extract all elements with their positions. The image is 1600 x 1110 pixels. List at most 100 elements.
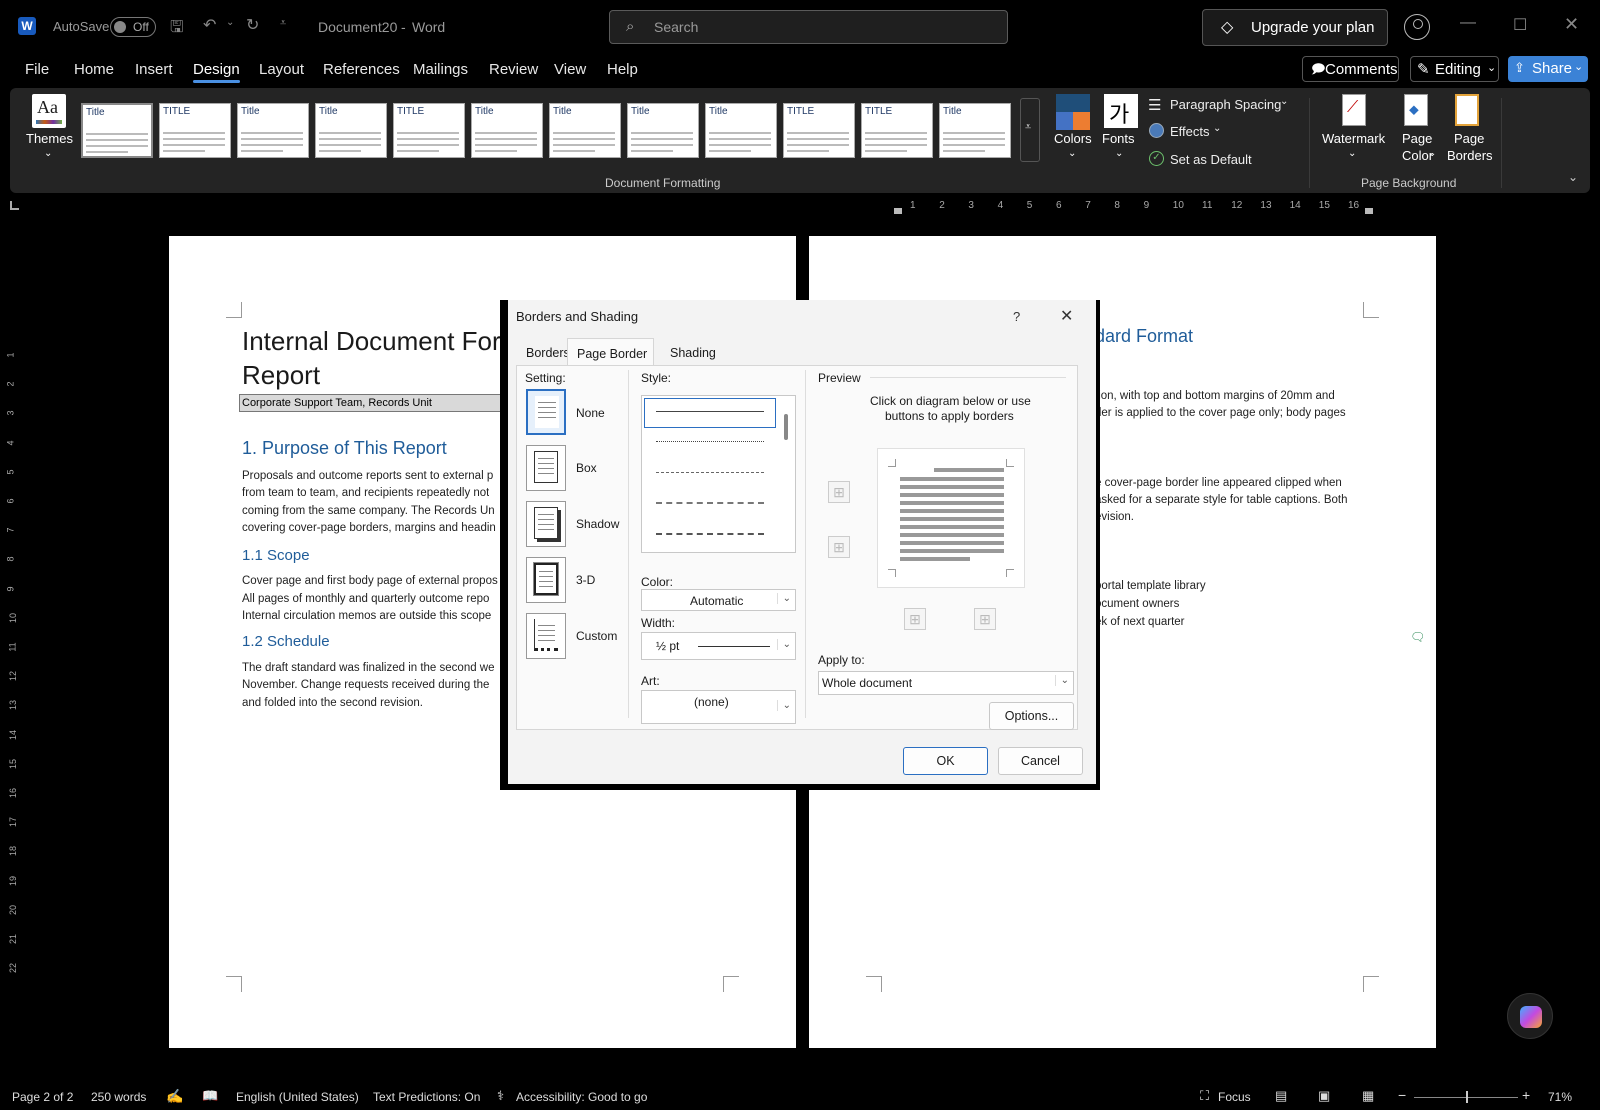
print-layout-icon[interactable]: ▣ [1318, 1088, 1330, 1104]
menu-mailings[interactable]: Mailings [413, 61, 468, 78]
style-set-item[interactable]: Title [237, 103, 309, 158]
themes-label[interactable]: Themes [26, 131, 73, 146]
gallery-more-button[interactable]: ⩡ [1020, 98, 1040, 162]
language[interactable]: English (United States) [236, 1090, 359, 1104]
page-count[interactable]: Page 2 of 2 [12, 1090, 73, 1104]
upgrade-button[interactable]: ◇ Upgrade your plan [1202, 9, 1388, 46]
account-avatar-icon[interactable] [1404, 14, 1430, 40]
save-icon[interactable]: 🖫 [170, 16, 184, 43]
customize-toolbar-icon[interactable]: ⩡ [280, 17, 286, 30]
menu-review[interactable]: Review [489, 61, 538, 78]
chevron-down-icon[interactable]: ⌄ [1280, 96, 1288, 107]
focus-icon[interactable]: ⛶ [1200, 1088, 1209, 1104]
right-border-button[interactable]: ⊞ [974, 608, 996, 630]
chevron-down-icon[interactable]: ⌄ [44, 148, 52, 159]
style-set-item[interactable]: Title [627, 103, 699, 158]
colors-label[interactable]: Colors [1054, 131, 1092, 146]
menu-view[interactable]: View [554, 61, 586, 78]
web-layout-icon[interactable]: ▦ [1362, 1088, 1374, 1104]
ok-button[interactable]: OK [903, 747, 988, 775]
redo-icon[interactable]: ↻ [246, 15, 259, 35]
menu-insert[interactable]: Insert [135, 61, 173, 78]
style-set-item[interactable]: Title [315, 103, 387, 158]
undo-dropdown-icon[interactable]: ⌄ [226, 17, 234, 28]
style-set-item[interactable]: Title [549, 103, 621, 158]
collapse-ribbon-icon[interactable]: ⌄ [1568, 170, 1578, 184]
close-icon[interactable]: ✕ [1060, 306, 1073, 326]
tab-shading[interactable]: Shading [670, 346, 716, 360]
zoom-in-icon[interactable]: + [1522, 1087, 1530, 1103]
menu-home[interactable]: Home [74, 61, 114, 78]
maximize-icon[interactable]: ☐ [1513, 15, 1527, 35]
paragraph-spacing-label[interactable]: Paragraph Spacing [1170, 97, 1281, 112]
style-set-item[interactable]: TITLE [861, 103, 933, 158]
tab-page-border[interactable]: Page Border [567, 338, 654, 366]
track-changes-icon[interactable]: ✍ [166, 1088, 183, 1105]
copilot-icon[interactable] [1507, 993, 1553, 1039]
tab-selector-icon[interactable] [10, 201, 19, 210]
style-listbox[interactable] [641, 395, 796, 553]
border-preview-diagram[interactable] [877, 448, 1025, 588]
style-set-item[interactable]: TITLE [393, 103, 465, 158]
editing-mode-button[interactable]: ✎ Editing ⌄ [1410, 56, 1499, 82]
top-border-button[interactable]: ⊞ [828, 481, 850, 503]
accessibility-status[interactable]: Accessibility: Good to go [516, 1090, 647, 1104]
setting-none-thumb[interactable] [526, 389, 566, 435]
setting-shadow-label[interactable]: Shadow [576, 517, 619, 531]
menu-design[interactable]: Design [193, 61, 240, 83]
setting-box-thumb[interactable] [526, 445, 566, 491]
effects-label[interactable]: Effects [1170, 124, 1210, 139]
set-as-default-label[interactable]: Set as Default [1170, 152, 1252, 167]
proofing-icon[interactable]: 📖 [202, 1088, 218, 1104]
chevron-down-icon[interactable]: ⌄ [1428, 148, 1436, 159]
minimize-icon[interactable]: — [1460, 14, 1476, 32]
options-button[interactable]: Options... [989, 702, 1074, 730]
watermark-label[interactable]: Watermark [1322, 131, 1385, 146]
fonts-icon[interactable]: 가 [1104, 94, 1138, 128]
chevron-down-icon[interactable]: ⌄ [1213, 123, 1221, 134]
menu-layout[interactable]: Layout [259, 61, 304, 78]
style-dashed-line[interactable] [656, 472, 764, 473]
setting-shadow-thumb[interactable] [526, 501, 566, 547]
fonts-label[interactable]: Fonts [1102, 131, 1135, 146]
page-color-icon[interactable]: ⬥ [1404, 94, 1428, 126]
share-button[interactable]: ⇪ Share ⌄ [1508, 56, 1588, 82]
setting-3d-thumb[interactable] [526, 557, 566, 603]
page-color-label-1[interactable]: Page [1402, 131, 1432, 146]
style-set-item[interactable]: TITLE [159, 103, 231, 158]
setting-custom-thumb[interactable] [526, 613, 566, 659]
chevron-down-icon[interactable]: ⌄ [1115, 148, 1123, 159]
page-borders-icon[interactable] [1455, 94, 1479, 126]
art-dropdown[interactable]: (none) ⌄ [641, 690, 796, 724]
vertical-ruler[interactable]: 1 2 3 4 5 6 7 8 9 10 11 12 13 14 15 16 17 18 19 20 21 22 [6, 230, 22, 1050]
comment-marker-icon[interactable]: 🗨 [1410, 630, 1425, 644]
width-dropdown[interactable]: ½ pt ⌄ [641, 632, 796, 660]
setting-none-label[interactable]: None [576, 406, 605, 420]
right-indent-marker-icon[interactable] [1365, 208, 1373, 214]
left-border-button[interactable]: ⊞ [904, 608, 926, 630]
comments-button[interactable]: 🗩 Comments [1302, 56, 1399, 82]
close-window-icon[interactable]: ✕ [1564, 14, 1579, 35]
style-set-item[interactable]: Title [705, 103, 777, 158]
colors-icon[interactable] [1056, 94, 1090, 130]
style-set-item[interactable]: TITLE [783, 103, 855, 158]
watermark-icon[interactable]: ⟋ [1342, 94, 1366, 126]
apply-to-dropdown[interactable]: Whole document ⌄ [818, 671, 1074, 695]
themes-icon[interactable]: Aa [32, 94, 66, 128]
style-dash-dot-line[interactable] [656, 533, 764, 535]
page-borders-label-1[interactable]: Page [1454, 131, 1484, 146]
autosave-toggle[interactable]: Off [110, 17, 156, 37]
indent-marker-icon[interactable] [894, 208, 902, 214]
zoom-slider-thumb[interactable] [1466, 1091, 1468, 1103]
bottom-border-button[interactable]: ⊞ [828, 536, 850, 558]
style-selected-item[interactable] [644, 398, 776, 428]
style-solid-line[interactable] [656, 411, 764, 412]
style-set-item[interactable]: Title [471, 103, 543, 158]
chevron-down-icon[interactable]: ⌄ [1068, 148, 1076, 159]
zoom-level[interactable]: 71% [1548, 1090, 1572, 1104]
setting-custom-label[interactable]: Custom [576, 629, 617, 643]
menu-help[interactable]: Help [607, 61, 638, 78]
menu-references[interactable]: References [323, 61, 400, 78]
setting-box-label[interactable]: Box [576, 461, 597, 475]
undo-icon[interactable]: ↶ [203, 15, 216, 35]
